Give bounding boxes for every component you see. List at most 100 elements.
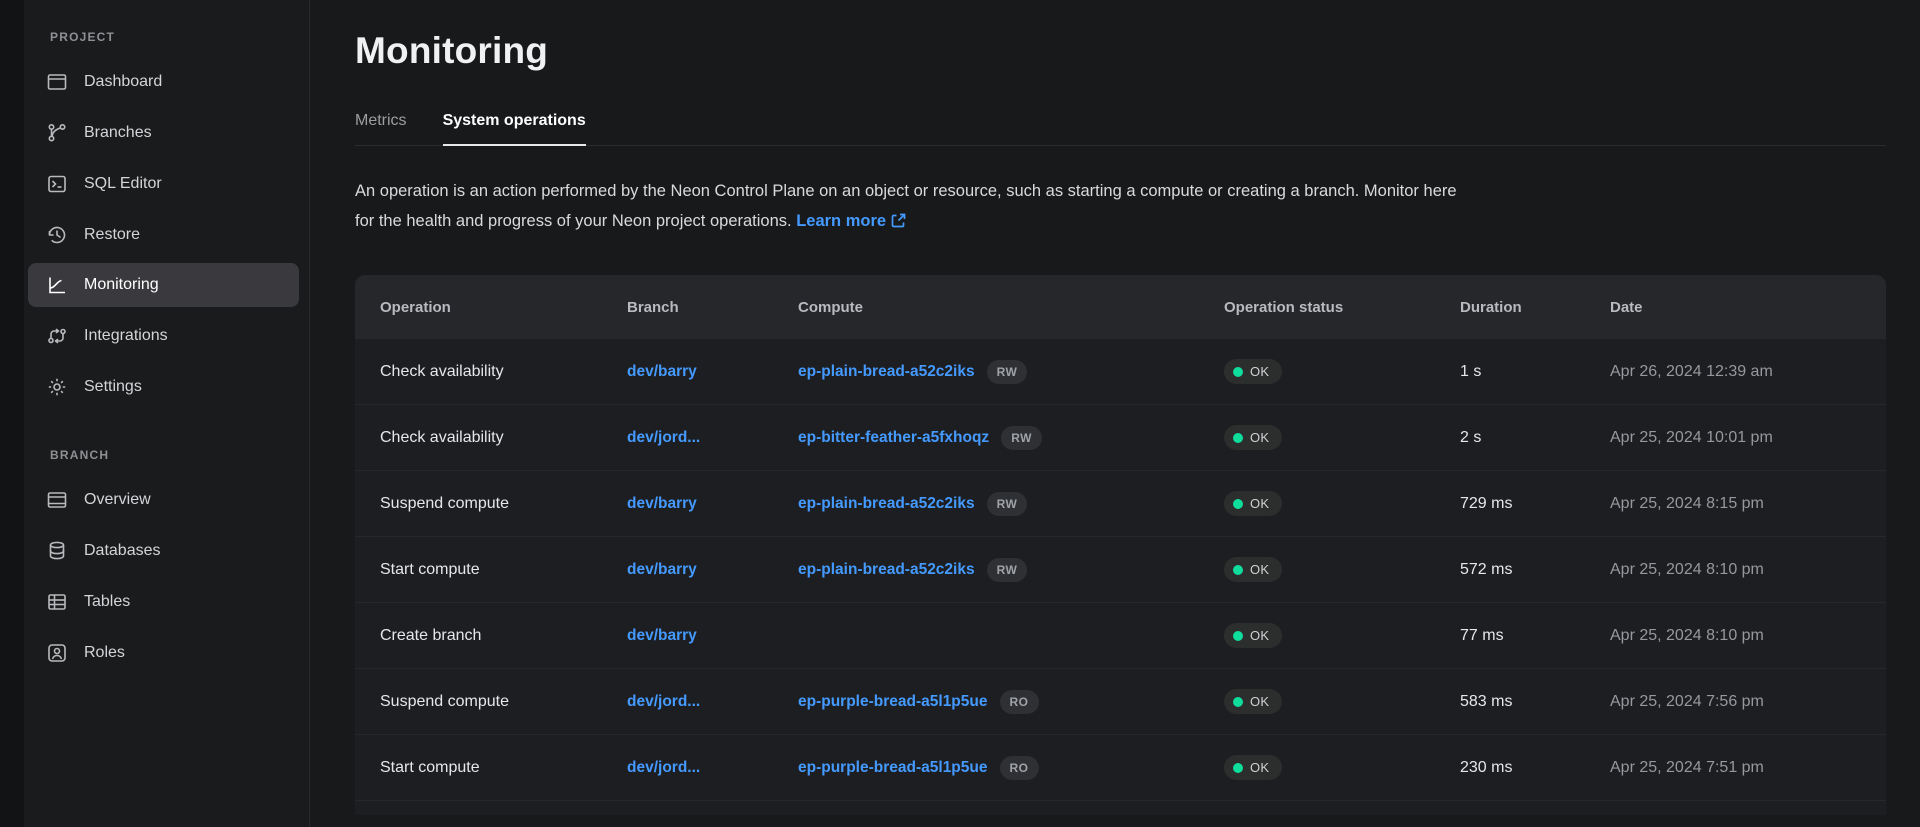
access-badge: RW xyxy=(1001,426,1042,450)
operation-cell: Check availability xyxy=(380,363,627,381)
sidebar-item-dashboard[interactable]: Dashboard xyxy=(28,56,299,107)
sidebar-item-label: Dashboard xyxy=(84,73,162,91)
sidebar-item-label: SQL Editor xyxy=(84,175,162,193)
status-badge: OK xyxy=(1224,491,1282,516)
table-row: Suspend compute dev/jord... ep-purple-br… xyxy=(355,669,1886,735)
access-badge: RO xyxy=(1000,690,1039,714)
date-cell: Apr 25, 2024 8:10 pm xyxy=(1610,627,1861,645)
table-header-row: Operation Branch Compute Operation statu… xyxy=(355,275,1886,339)
sidebar-item-overview[interactable]: Overview xyxy=(28,474,299,525)
sidebar-section-project: PROJECT xyxy=(28,30,299,56)
column-header-date: Date xyxy=(1610,299,1861,316)
sidebar-item-roles[interactable]: Roles xyxy=(28,627,299,678)
sql-editor-icon xyxy=(46,173,68,195)
compute-link[interactable]: ep-plain-bread-a52c2iks xyxy=(798,495,975,513)
status-badge: OK xyxy=(1224,689,1282,714)
sidebar-item-label: Monitoring xyxy=(84,276,159,294)
duration-cell: 729 ms xyxy=(1460,495,1610,513)
sidebar-item-branches[interactable]: Branches xyxy=(28,107,299,158)
compute-link[interactable]: ep-plain-bread-a52c2iks xyxy=(798,561,975,579)
operation-cell: Start compute xyxy=(380,759,627,777)
date-cell: Apr 25, 2024 10:01 pm xyxy=(1610,429,1861,447)
sidebar-nav: PROJECT Dashboard Branches SQL Editor xyxy=(24,0,309,827)
table-row: Start compute dev/jord... ep-purple-brea… xyxy=(355,735,1886,801)
duration-cell: 2 s xyxy=(1460,429,1610,447)
sidebar-section-branch: BRANCH xyxy=(28,412,299,474)
status-ok-dot xyxy=(1233,631,1243,641)
branch-link[interactable]: dev/barry xyxy=(627,627,697,644)
date-cell: Apr 26, 2024 12:39 am xyxy=(1610,363,1861,381)
branch-link[interactable]: dev/jord... xyxy=(627,693,700,710)
operations-description: An operation is an action performed by t… xyxy=(355,176,1480,238)
access-badge: RO xyxy=(1000,756,1039,780)
sidebar-item-label: Databases xyxy=(84,542,161,560)
status-badge: OK xyxy=(1224,755,1282,780)
databases-icon xyxy=(46,540,68,562)
duration-cell: 77 ms xyxy=(1460,627,1610,645)
access-badge: RW xyxy=(987,360,1028,384)
status-ok-dot xyxy=(1233,565,1243,575)
compute-link[interactable]: ep-purple-bread-a5l1p5ue xyxy=(798,759,988,777)
sidebar-item-integrations[interactable]: Integrations xyxy=(28,310,299,361)
sidebar-item-label: Settings xyxy=(84,378,142,396)
page-title: Monitoring xyxy=(355,30,1886,72)
status-badge: OK xyxy=(1224,359,1282,384)
sidebar-item-label: Integrations xyxy=(84,327,168,345)
branch-link[interactable]: dev/jord... xyxy=(627,759,700,776)
compute-link[interactable]: ep-bitter-feather-a5fxhoqz xyxy=(798,429,989,447)
compute-link[interactable]: ep-purple-bread-a5l1p5ue xyxy=(798,693,988,711)
sidebar-item-databases[interactable]: Databases xyxy=(28,525,299,576)
sidebar-item-label: Overview xyxy=(84,491,151,509)
sidebar-item-label: Tables xyxy=(84,593,130,611)
tab-metrics[interactable]: Metrics xyxy=(355,112,407,145)
branches-icon xyxy=(46,122,68,144)
table-row: Suspend compute dev/barry ep-plain-bread… xyxy=(355,471,1886,537)
tab-bar: Metrics System operations xyxy=(355,112,1886,146)
sidebar-item-sql-editor[interactable]: SQL Editor xyxy=(28,158,299,209)
status-ok-dot xyxy=(1233,499,1243,509)
sidebar: PROJECT Dashboard Branches SQL Editor xyxy=(0,0,310,827)
learn-more-link[interactable]: Learn more xyxy=(796,212,886,230)
date-cell: Apr 25, 2024 8:15 pm xyxy=(1610,495,1861,513)
status-ok-dot xyxy=(1233,697,1243,707)
dashboard-icon xyxy=(46,71,68,93)
operation-cell: Check availability xyxy=(380,429,627,447)
sidebar-rail xyxy=(0,0,24,827)
overview-icon xyxy=(46,489,68,511)
table-row: Create branch dev/barry OK 77 ms Apr 25,… xyxy=(355,603,1886,669)
status-ok-dot xyxy=(1233,763,1243,773)
column-header-duration: Duration xyxy=(1460,299,1610,316)
integrations-icon xyxy=(46,325,68,347)
branch-link[interactable]: dev/barry xyxy=(627,561,697,578)
table-row: Start compute dev/barry ep-plain-bread-a… xyxy=(355,537,1886,603)
date-cell: Apr 25, 2024 7:51 pm xyxy=(1610,759,1861,777)
sidebar-item-settings[interactable]: Settings xyxy=(28,361,299,412)
sidebar-item-monitoring[interactable]: Monitoring xyxy=(28,263,299,307)
operation-cell: Suspend compute xyxy=(380,495,627,513)
compute-link[interactable]: ep-plain-bread-a52c2iks xyxy=(798,363,975,381)
branch-link[interactable]: dev/barry xyxy=(627,495,697,512)
sidebar-item-restore[interactable]: Restore xyxy=(28,209,299,260)
branch-link[interactable]: dev/jord... xyxy=(627,429,700,446)
sidebar-item-label: Branches xyxy=(84,124,152,142)
duration-cell: 1 s xyxy=(1460,363,1610,381)
monitoring-icon xyxy=(46,274,68,296)
status-ok-dot xyxy=(1233,367,1243,377)
date-cell: Apr 25, 2024 7:56 pm xyxy=(1610,693,1861,711)
status-ok-dot xyxy=(1233,433,1243,443)
duration-cell: 230 ms xyxy=(1460,759,1610,777)
access-badge: RW xyxy=(987,492,1028,516)
status-badge: OK xyxy=(1224,557,1282,582)
operation-cell: Create branch xyxy=(380,627,627,645)
settings-icon xyxy=(46,376,68,398)
sidebar-item-tables[interactable]: Tables xyxy=(28,576,299,627)
sidebar-item-label: Restore xyxy=(84,226,140,244)
table-row-partial xyxy=(355,801,1886,815)
tab-system-operations[interactable]: System operations xyxy=(443,112,586,145)
branch-link[interactable]: dev/barry xyxy=(627,363,697,380)
roles-icon xyxy=(46,642,68,664)
external-link-icon xyxy=(891,208,906,238)
column-header-operation: Operation xyxy=(380,299,627,316)
main-content: Monitoring Metrics System operations An … xyxy=(310,0,1920,827)
status-badge: OK xyxy=(1224,623,1282,648)
